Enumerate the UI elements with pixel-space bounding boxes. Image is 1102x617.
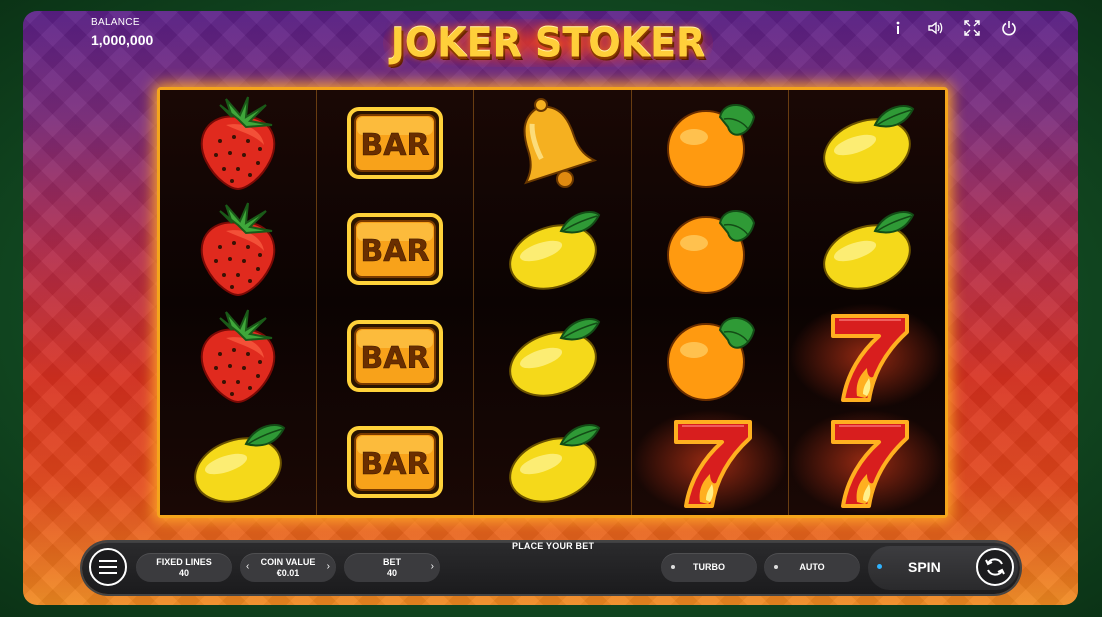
symbol-bar: BAR — [317, 90, 473, 196]
reel-4 — [631, 90, 789, 515]
symbol-lemon — [474, 303, 630, 409]
symbol-strawberry — [160, 90, 316, 196]
symbol-lemon — [474, 409, 630, 515]
strawberry-icon — [200, 309, 276, 403]
top-toolbar — [889, 19, 1018, 37]
symbol-seven — [788, 408, 946, 515]
lemon-icon — [823, 105, 915, 184]
lemon-icon — [508, 211, 600, 290]
symbol-strawberry — [160, 196, 316, 302]
coin-value-label: COIN VALUE — [260, 556, 316, 567]
symbol-bell — [474, 90, 630, 196]
symbol-bar: BAR — [317, 303, 473, 409]
symbol-seven — [788, 302, 946, 409]
fixed-lines-display: FIXED LINES 40 — [136, 553, 232, 582]
spin-indicator — [877, 564, 882, 569]
reel-2: BAR BAR BAR BAR — [317, 90, 475, 515]
symbol-orange — [632, 90, 788, 196]
control-panel: PLACE YOUR BET FIXED LINES 40 ‹ COIN VAL… — [82, 541, 1020, 594]
bar-symbol-text: BAR — [361, 341, 430, 376]
power-icon[interactable] — [1000, 19, 1018, 37]
turbo-label: TURBO — [693, 562, 725, 572]
coin-value-selector[interactable]: ‹ COIN VALUE €0.01 › — [240, 553, 336, 582]
auto-label: AUTO — [799, 562, 825, 572]
symbol-lemon — [160, 409, 316, 515]
menu-button[interactable] — [89, 548, 127, 586]
seven-icon — [673, 419, 752, 508]
bar-icon: BAR — [347, 107, 444, 180]
symbol-orange — [632, 303, 788, 409]
coin-value-decrease-icon[interactable]: ‹ — [246, 561, 249, 572]
symbol-lemon — [474, 196, 630, 302]
orange-icon — [666, 316, 755, 401]
reel-grid: BAR BAR BAR BAR — [157, 87, 948, 518]
lemon-icon — [823, 211, 915, 290]
symbol-strawberry — [160, 303, 316, 409]
strawberry-icon — [200, 202, 276, 297]
game-window: BALANCE 1,000,000 JOKER STOKER BAR BAR B… — [23, 11, 1078, 605]
bet-selector[interactable]: BET 40 › — [344, 553, 440, 582]
bar-symbol-text: BAR — [361, 128, 430, 163]
symbol-bar: BAR — [317, 196, 473, 302]
strawberry-icon — [200, 96, 276, 191]
logo-text: JOKER STOKER — [390, 19, 706, 67]
lemon-icon — [508, 424, 600, 503]
auto-button[interactable]: AUTO — [764, 553, 860, 582]
bell-icon — [523, 98, 597, 189]
lemon-icon — [508, 317, 600, 397]
reel-5 — [788, 90, 946, 515]
spin-button[interactable]: SPIN — [868, 546, 1018, 590]
symbol-orange — [632, 196, 788, 302]
bet-label: BET — [383, 556, 401, 567]
bet-increase-icon[interactable]: › — [431, 561, 434, 572]
balance-value: 1,000,000 — [91, 32, 154, 48]
seven-icon — [830, 313, 909, 402]
symbol-bar: BAR — [317, 409, 473, 515]
symbol-seven — [631, 408, 788, 515]
coin-value-increase-icon[interactable]: › — [327, 561, 330, 572]
bet-value: 40 — [386, 567, 397, 578]
seven-icon — [830, 419, 909, 508]
turbo-button[interactable]: TURBO — [661, 553, 757, 582]
fixed-lines-label: FIXED LINES — [156, 556, 212, 567]
symbol-lemon — [789, 196, 945, 302]
bar-symbol-text: BAR — [361, 234, 430, 269]
auto-indicator — [774, 565, 778, 569]
spin-icon[interactable] — [976, 548, 1014, 586]
bar-icon: BAR — [347, 425, 444, 498]
coin-value-value: €0.01 — [276, 567, 300, 578]
symbol-lemon — [789, 90, 945, 196]
lemon-icon — [194, 424, 286, 503]
hamburger-icon — [99, 560, 117, 574]
place-bet-message: PLACE YOUR BET — [512, 541, 595, 551]
sound-icon[interactable] — [926, 19, 944, 37]
info-icon[interactable] — [889, 19, 907, 37]
orange-icon — [666, 210, 755, 295]
reel-3 — [474, 90, 632, 515]
turbo-indicator — [671, 565, 675, 569]
game-logo: JOKER STOKER — [363, 15, 733, 71]
fullscreen-icon[interactable] — [963, 19, 981, 37]
orange-icon — [666, 104, 755, 189]
reel-1 — [160, 90, 318, 515]
fixed-lines-value: 40 — [178, 567, 189, 578]
bar-icon: BAR — [347, 213, 444, 286]
bar-icon: BAR — [347, 319, 444, 392]
bar-symbol-text: BAR — [361, 447, 430, 482]
spin-label: SPIN — [908, 559, 941, 575]
balance-label: BALANCE — [91, 17, 140, 28]
